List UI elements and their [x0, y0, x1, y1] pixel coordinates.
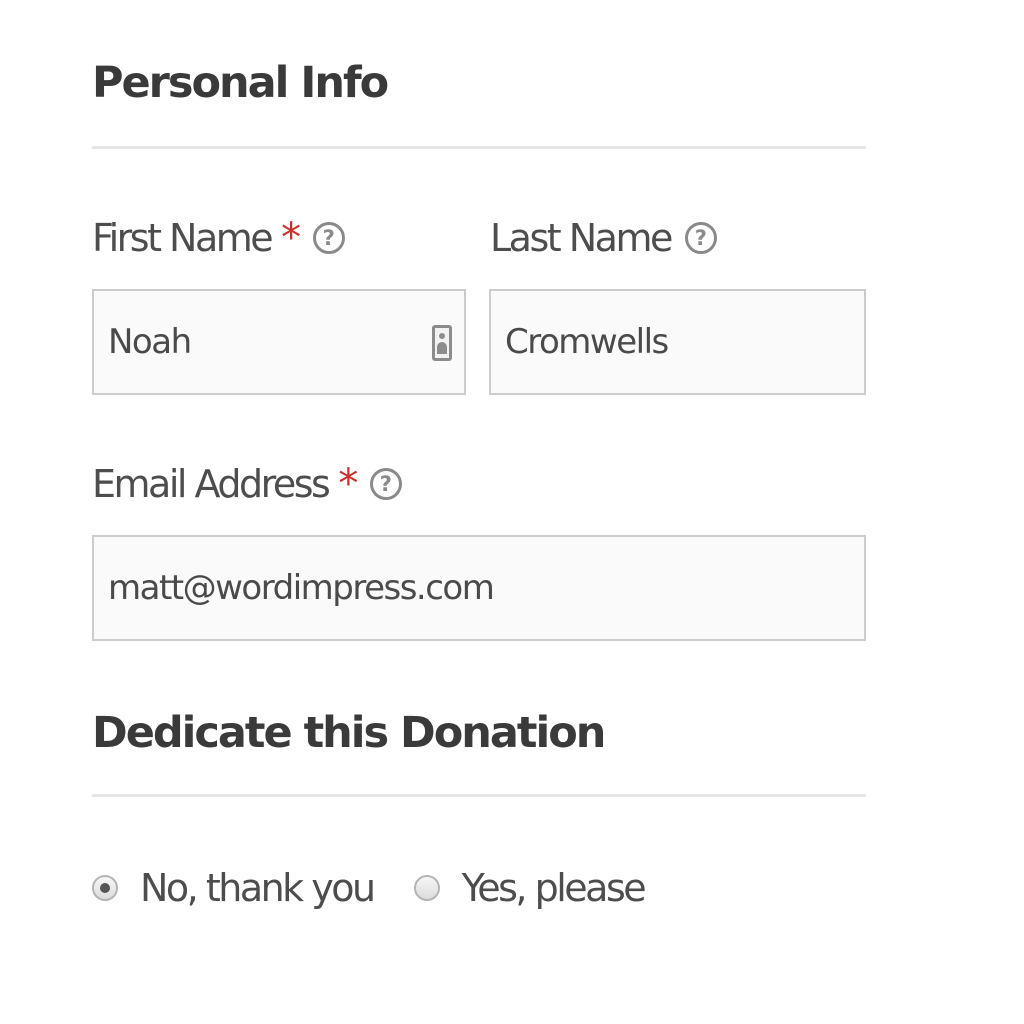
last-name-field [489, 289, 866, 395]
radio-no-button[interactable] [92, 875, 118, 901]
dedicate-heading: Dedicate this Donation [92, 708, 606, 758]
first-name-input[interactable] [94, 291, 464, 393]
last-name-input[interactable] [491, 291, 864, 393]
last-name-help-icon[interactable]: ? [684, 222, 717, 254]
radio-no-label[interactable]: No, thank you [140, 866, 376, 910]
radio-yes-button[interactable] [413, 875, 440, 901]
first-name-required-mark: * [281, 215, 301, 261]
email-required-mark: * [338, 461, 358, 507]
dedicate-divider [92, 794, 866, 797]
personal-info-divider [92, 146, 866, 149]
radio-yes-label[interactable]: Yes, please [462, 866, 647, 910]
radio-option-no[interactable]: No, thank you [92, 866, 376, 910]
last-name-label-row: Last Name ? [490, 216, 717, 260]
first-name-label-row: First Name * ? [92, 216, 345, 260]
contact-card-icon[interactable] [432, 325, 452, 361]
email-field [92, 535, 866, 641]
first-name-help-icon[interactable]: ? [312, 222, 345, 254]
email-help-icon[interactable]: ? [369, 468, 402, 500]
dedication-radio-group: No, thank you Yes, please [92, 866, 684, 910]
first-name-field [92, 289, 466, 395]
email-input[interactable] [94, 537, 864, 639]
radio-option-yes[interactable]: Yes, please [413, 866, 647, 910]
personal-info-heading: Personal Info [92, 58, 389, 108]
first-name-label: First Name [92, 216, 274, 260]
last-name-label: Last Name [490, 216, 673, 260]
email-label: Email Address [92, 462, 331, 506]
email-label-row: Email Address * ? [92, 462, 402, 506]
